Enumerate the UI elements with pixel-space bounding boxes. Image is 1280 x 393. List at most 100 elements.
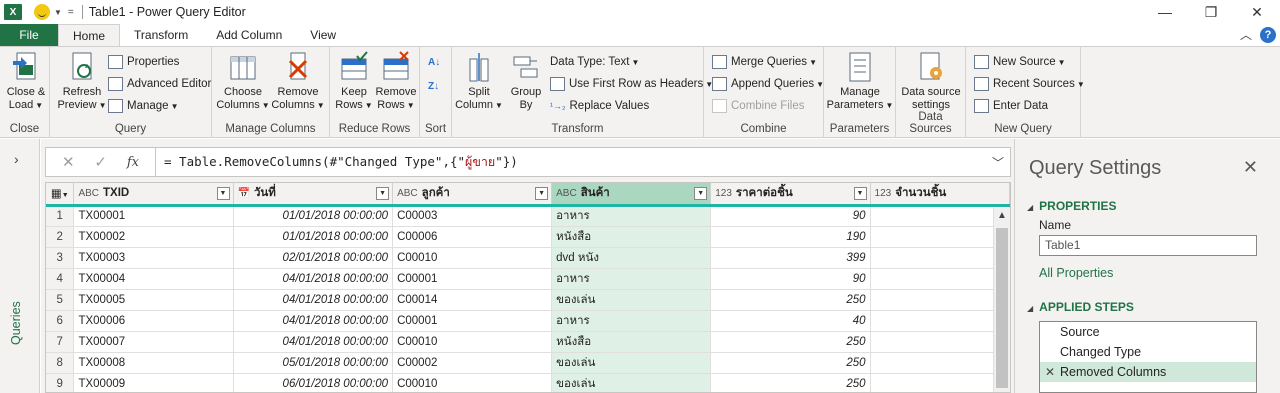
column-header[interactable]: 123 ราคาต่อชิ้น ▼ — [710, 183, 871, 207]
cell-customer[interactable]: C00003 — [392, 205, 553, 227]
cell-txid[interactable]: TX00009 — [73, 373, 234, 392]
step-changed-type[interactable]: Changed Type — [1040, 342, 1256, 362]
cancel-formula-icon[interactable]: ✕ — [62, 153, 75, 171]
text-type-icon[interactable]: ABC — [78, 188, 99, 199]
cell-date[interactable]: 04/01/2018 00:00:00 — [233, 310, 394, 332]
tab-transform[interactable]: Transform — [120, 24, 202, 46]
column-header[interactable]: ABC TXID ▼ — [73, 183, 234, 207]
tab-view[interactable]: View — [296, 24, 350, 46]
cell-txid[interactable]: TX00008 — [73, 352, 234, 374]
cell-customer[interactable]: C00010 — [392, 331, 553, 353]
cell-date[interactable]: 01/01/2018 00:00:00 — [233, 226, 394, 248]
cell-txid[interactable]: TX00002 — [73, 226, 234, 248]
row-number[interactable]: 2 — [46, 226, 75, 248]
table-row[interactable]: 8 TX00008 05/01/2018 00:00:00 C00002 ของเล่น… — [46, 352, 1010, 374]
cell-product[interactable]: ของเล่น — [551, 352, 712, 374]
sort-ascending-icon[interactable]: A↓ — [428, 53, 440, 71]
collapse-ribbon-icon[interactable]: ︿ — [1240, 26, 1252, 43]
cell-product[interactable]: อาหาร — [551, 268, 712, 290]
row-number[interactable]: 8 — [46, 352, 75, 374]
filter-dropdown-icon[interactable]: ▼ — [535, 187, 549, 200]
table-row[interactable]: 1 TX00001 01/01/2018 00:00:00 C00003 อาหาร 90 — [46, 205, 1010, 227]
tab-add-column[interactable]: Add Column — [202, 24, 296, 46]
manage-parameters-button[interactable]: Manage Parameters ▼ — [827, 51, 893, 112]
cell-product[interactable]: หนังสือ — [551, 331, 712, 353]
row-number[interactable]: 4 — [46, 268, 75, 290]
column-header[interactable]: 📅 วันที่ ▼ — [233, 183, 394, 207]
cell-txid[interactable]: TX00004 — [73, 268, 234, 290]
cell-date[interactable]: 01/01/2018 00:00:00 — [233, 205, 394, 227]
manage-button[interactable]: Manage ▼ — [108, 97, 178, 115]
commit-formula-icon[interactable]: ✓ — [94, 153, 107, 171]
table-row[interactable]: 5 TX00005 04/01/2018 00:00:00 C00014 ของเล่น… — [46, 289, 1010, 311]
delete-step-icon[interactable]: ✕ — [1045, 365, 1055, 379]
step-source[interactable]: Source — [1040, 322, 1256, 342]
cell-customer[interactable]: C00002 — [392, 352, 553, 374]
date-type-icon[interactable]: 📅 — [238, 188, 250, 199]
data-type-dropdown[interactable]: Data Type: Text ▼ — [550, 53, 639, 71]
table-menu-icon[interactable]: ▦▼ — [46, 183, 75, 207]
cell-product[interactable]: อาหาร — [551, 205, 712, 227]
cell-date[interactable]: 04/01/2018 00:00:00 — [233, 289, 394, 311]
number-type-icon[interactable]: 123 — [715, 188, 732, 199]
cell-quantity[interactable] — [870, 373, 1010, 392]
step-removed-columns[interactable]: ✕ Removed Columns — [1040, 362, 1256, 382]
cell-quantity[interactable] — [870, 205, 1010, 227]
cell-price[interactable]: 40 — [710, 310, 871, 332]
enter-data-button[interactable]: Enter Data — [974, 97, 1048, 115]
cell-price[interactable]: 250 — [710, 352, 871, 374]
cell-price[interactable]: 250 — [710, 373, 871, 392]
query-name-input[interactable]: Table1 — [1039, 235, 1257, 256]
chevron-down-icon[interactable]: ▼ — [54, 8, 62, 17]
row-number[interactable]: 9 — [46, 373, 75, 392]
append-queries-button[interactable]: Append Queries ▼ — [712, 75, 824, 93]
remove-rows-button[interactable]: Remove Rows ▼ — [374, 51, 418, 112]
recent-sources-button[interactable]: Recent Sources ▼ — [974, 75, 1085, 93]
cell-customer[interactable]: C00001 — [392, 268, 553, 290]
sort-descending-icon[interactable]: Z↓ — [428, 77, 439, 95]
cell-date[interactable]: 06/01/2018 00:00:00 — [233, 373, 394, 392]
cell-customer[interactable]: C00014 — [392, 289, 553, 311]
help-icon[interactable]: ? — [1260, 26, 1276, 43]
formula-input[interactable]: = Table.RemoveColumns(#"Changed Type",{"… — [156, 152, 986, 172]
cell-quantity[interactable] — [870, 352, 1010, 374]
column-header-selected[interactable]: ABC สินค้า ▼ — [551, 183, 712, 207]
cell-txid[interactable]: TX00001 — [73, 205, 234, 227]
group-by-button[interactable]: Group By — [504, 51, 548, 112]
new-source-button[interactable]: New Source ▼ — [974, 53, 1066, 71]
cell-date[interactable]: 04/01/2018 00:00:00 — [233, 268, 394, 290]
combine-files-button[interactable]: Combine Files — [712, 97, 805, 115]
cell-price[interactable]: 90 — [710, 268, 871, 290]
filter-dropdown-icon[interactable]: ▼ — [376, 187, 390, 200]
cell-txid[interactable]: TX00006 — [73, 310, 234, 332]
cell-quantity[interactable] — [870, 331, 1010, 353]
table-row[interactable]: 6 TX00006 04/01/2018 00:00:00 C00001 อาหาร 40 — [46, 310, 1010, 332]
table-row[interactable]: 7 TX00007 04/01/2018 00:00:00 C00010 หนังสือ… — [46, 331, 1010, 353]
properties-section[interactable]: ◢ PROPERTIES — [1027, 199, 1117, 213]
remove-columns-button[interactable]: Remove Columns ▼ — [270, 51, 326, 112]
row-number[interactable]: 6 — [46, 310, 75, 332]
cell-product[interactable]: ของเล่น — [551, 373, 712, 392]
cell-customer[interactable]: C00006 — [392, 226, 553, 248]
filter-dropdown-icon[interactable]: ▼ — [853, 187, 867, 200]
row-number[interactable]: 5 — [46, 289, 75, 311]
expand-formula-icon[interactable]: ﹀ — [986, 154, 1010, 171]
refresh-preview-button[interactable]: Refresh Preview ▼ — [56, 51, 108, 112]
text-type-icon[interactable]: ABC — [556, 188, 577, 199]
tab-file[interactable]: File — [0, 24, 58, 46]
cell-txid[interactable]: TX00003 — [73, 247, 234, 269]
scroll-up-icon[interactable]: ▲ — [997, 210, 1007, 221]
close-load-button[interactable]: Close & Load ▼ — [6, 51, 46, 112]
cell-txid[interactable]: TX00007 — [73, 331, 234, 353]
cell-price[interactable]: 399 — [710, 247, 871, 269]
close-icon[interactable]: ✕ — [1234, 0, 1280, 24]
vertical-scrollbar[interactable]: ▲ — [993, 208, 1010, 392]
choose-columns-button[interactable]: Choose Columns ▼ — [216, 51, 270, 112]
cell-quantity[interactable] — [870, 226, 1010, 248]
cell-price[interactable]: 90 — [710, 205, 871, 227]
minimize-icon[interactable]: — — [1142, 0, 1188, 24]
data-source-settings-button[interactable]: Data source settings — [898, 51, 964, 112]
cell-date[interactable]: 05/01/2018 00:00:00 — [233, 352, 394, 374]
customize-toolbar-icon[interactable]: = — [68, 7, 74, 18]
table-row[interactable]: 4 TX00004 04/01/2018 00:00:00 C00001 อาหาร 90 — [46, 268, 1010, 290]
